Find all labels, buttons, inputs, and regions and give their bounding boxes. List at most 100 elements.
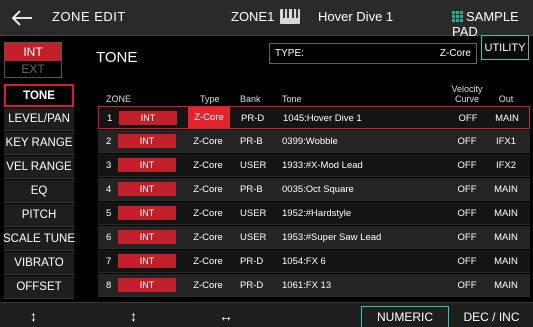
- zone-bank[interactable]: PR-B: [240, 184, 263, 195]
- zone-source-badge[interactable]: INT: [118, 206, 176, 220]
- zone-output[interactable]: MAIN: [484, 208, 528, 219]
- zone-output[interactable]: MAIN: [484, 256, 528, 267]
- zone-output[interactable]: IFX2: [484, 160, 528, 171]
- zone-velocity-curve[interactable]: OFF: [456, 113, 480, 124]
- zone-bank[interactable]: USER: [240, 208, 266, 219]
- menu-item-key-range[interactable]: KEY RANGE: [4, 132, 74, 155]
- zone-number: 6: [106, 232, 112, 243]
- zone-tone[interactable]: 0399:Wobble: [282, 136, 338, 147]
- zone-velocity-curve[interactable]: OFF: [455, 136, 479, 147]
- zone-bank[interactable]: PR-D: [240, 280, 263, 291]
- zone-type[interactable]: Z-Core: [187, 208, 229, 219]
- zone-type[interactable]: Z-Core: [187, 280, 229, 291]
- zone-tone[interactable]: 1953:#Super Saw Lead: [282, 232, 381, 243]
- type-field[interactable]: TYPE: Z-Core: [269, 43, 477, 64]
- zone-bank[interactable]: USER: [240, 160, 266, 171]
- col-velocity: Velocity: [451, 84, 483, 94]
- table-header: ZONE Type Bank Tone Velocity Curve Out: [98, 82, 530, 106]
- vertical-arrows-icon[interactable]: ↕: [30, 308, 37, 324]
- zone-tone[interactable]: 1061:FX 13: [282, 280, 331, 291]
- vertical-arrows-icon[interactable]: ↕: [130, 308, 137, 324]
- col-tone: Tone: [282, 94, 302, 104]
- zone-type[interactable]: Z-Core: [187, 136, 229, 147]
- col-curve: Curve: [454, 94, 479, 104]
- zone-type[interactable]: Z-Core: [187, 160, 229, 171]
- zone-tone[interactable]: 0035:Oct Square: [282, 184, 354, 195]
- horizontal-arrows-icon[interactable]: ↔: [219, 308, 233, 324]
- zone-bank[interactable]: USER: [240, 232, 266, 243]
- keyboard-icon: [280, 9, 300, 24]
- menu-item-scale-tune[interactable]: SCALE TUNE: [3, 228, 75, 251]
- utility-button[interactable]: UTILITY: [481, 35, 529, 60]
- menu-item-tone[interactable]: TONE: [4, 84, 74, 107]
- zone-number: 7: [106, 256, 112, 267]
- zone-type[interactable]: Z-Core: [187, 232, 229, 243]
- zone-source-badge[interactable]: INT: [118, 134, 176, 148]
- zone-velocity-curve[interactable]: OFF: [455, 160, 479, 171]
- zone-number: 3: [106, 160, 112, 171]
- zone-tone[interactable]: 1933:#X-Mod Lead: [282, 160, 363, 171]
- table-row[interactable]: 1 INT Z-Core PR-D 1045:Hover Dive 1 OFF MAIN: [98, 106, 530, 129]
- int-option[interactable]: INT: [5, 43, 61, 61]
- zone-source-badge[interactable]: INT: [118, 254, 176, 268]
- table-row[interactable]: 3 INT Z-Core USER 1933:#X-Mod Lead OFF IFX2: [98, 154, 530, 177]
- zone-source-badge[interactable]: INT: [118, 230, 176, 244]
- menu-item-level-pan[interactable]: LEVEL/PAN: [4, 108, 74, 131]
- zone-source-badge[interactable]: INT: [119, 111, 177, 125]
- current-zone: ZONE1: [231, 9, 275, 24]
- menu-item-eq[interactable]: EQ: [4, 180, 74, 203]
- zone-bank[interactable]: PR-D: [241, 113, 264, 124]
- zone-number: 8: [106, 280, 112, 291]
- zone-source-badge[interactable]: INT: [118, 182, 176, 196]
- zone-velocity-curve[interactable]: OFF: [455, 184, 479, 195]
- zone-tone[interactable]: 1045:Hover Dive 1: [283, 113, 362, 124]
- zone-type[interactable]: Z-Core: [187, 184, 229, 195]
- zone-tone[interactable]: 1952:#Hardstyle: [282, 208, 351, 219]
- zone-velocity-curve[interactable]: OFF: [455, 280, 479, 291]
- zone-type[interactable]: Z-Core: [187, 256, 229, 267]
- table-row[interactable]: 5 INT Z-Core USER 1952:#Hardstyle OFF MAIN: [98, 202, 530, 225]
- zone-number: 4: [106, 184, 112, 195]
- ext-option[interactable]: EXT: [5, 61, 61, 77]
- zone-output[interactable]: MAIN: [485, 113, 529, 124]
- zone-output[interactable]: MAIN: [484, 280, 528, 291]
- zone-tone-table: ZONE Type Bank Tone Velocity Curve Out 1…: [98, 82, 530, 298]
- zone-velocity-curve[interactable]: OFF: [455, 256, 479, 267]
- zone-bank[interactable]: PR-D: [240, 256, 263, 267]
- col-type: Type: [200, 94, 220, 104]
- screen-title: ZONE EDIT: [52, 9, 126, 24]
- menu-item-offset[interactable]: OFFSET: [4, 276, 74, 299]
- int-ext-switch[interactable]: INT EXT: [4, 42, 62, 78]
- zone-type[interactable]: Z-Core: [188, 107, 230, 128]
- zone-bank[interactable]: PR-B: [240, 136, 263, 147]
- pad-grid-icon: [452, 11, 463, 22]
- menu-item-vel-range[interactable]: VEL RANGE: [4, 156, 74, 179]
- back-arrow-icon[interactable]: [0, 0, 44, 36]
- zone-number: 5: [106, 208, 112, 219]
- table-row[interactable]: 4 INT Z-Core PR-B 0035:Oct Square OFF MAIN: [98, 178, 530, 201]
- zone-output[interactable]: IFX1: [484, 136, 528, 147]
- zone-source-badge[interactable]: INT: [118, 158, 176, 172]
- zone-velocity-curve[interactable]: OFF: [455, 232, 479, 243]
- zone-number: 1: [107, 113, 113, 124]
- col-bank: Bank: [240, 94, 261, 104]
- table-row[interactable]: 8 INT Z-Core PR-D 1061:FX 13 OFF MAIN: [98, 274, 530, 297]
- col-zone: ZONE: [106, 94, 132, 104]
- zone-number: 2: [106, 136, 112, 147]
- edit-menu: TONE LEVEL/PAN KEY RANGE VEL RANGE EQ PI…: [3, 84, 75, 300]
- numeric-button[interactable]: NUMERIC: [361, 306, 449, 327]
- zone-tone[interactable]: 1054:FX 6: [282, 256, 326, 267]
- zone-output[interactable]: MAIN: [484, 232, 528, 243]
- table-row[interactable]: 7 INT Z-Core PR-D 1054:FX 6 OFF MAIN: [98, 250, 530, 273]
- menu-item-pitch[interactable]: PITCH: [4, 204, 74, 227]
- zone-source-badge[interactable]: INT: [118, 278, 176, 292]
- menu-item-vibrato[interactable]: VIBRATO: [4, 252, 74, 275]
- bottom-bar: ↕ ↕ ↔ NUMERIC DEC / INC: [0, 302, 533, 327]
- zone-velocity-curve[interactable]: OFF: [455, 208, 479, 219]
- header-bar: ZONE EDIT ZONE1 Hover Dive 1 SAMPLE PAD: [0, 0, 533, 39]
- page-title: TONE: [96, 49, 138, 66]
- zone-output[interactable]: MAIN: [484, 184, 528, 195]
- dec-inc-button[interactable]: DEC / INC: [450, 306, 533, 327]
- table-row[interactable]: 6 INT Z-Core USER 1953:#Super Saw Lead OFF MAI…: [98, 226, 530, 249]
- table-row[interactable]: 2 INT Z-Core PR-B 0399:Wobble OFF IFX1: [98, 130, 530, 153]
